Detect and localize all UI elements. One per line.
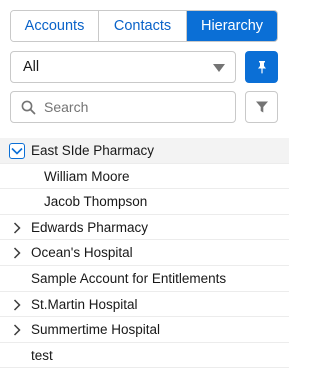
tree-row-label: William Moore [44, 168, 130, 184]
tree-row-william-moore[interactable]: William Moore [0, 164, 289, 190]
tab-contacts[interactable]: Contacts [99, 11, 187, 41]
tree-row-label: Ocean's Hospital [31, 245, 133, 261]
tree-row-label: Edwards Pharmacy [31, 219, 149, 235]
chevron-right-icon[interactable] [9, 297, 25, 313]
tree-row-label: St.Martin Hospital [31, 296, 138, 312]
tree-row-oceans-hospital[interactable]: Ocean's Hospital [0, 240, 289, 266]
tree-row-label: Sample Account for Entitlements [31, 270, 227, 286]
tree-row-east-side-pharmacy[interactable]: East SIde Pharmacy [0, 138, 289, 164]
tree-row-jacob-thompson[interactable]: Jacob Thompson [0, 189, 289, 215]
tree-row-test[interactable]: test [0, 343, 289, 369]
account-filter-select[interactable]: All [10, 51, 236, 83]
filter-icon [255, 101, 268, 113]
tree-row-label: Jacob Thompson [44, 194, 148, 210]
tab-accounts[interactable]: Accounts [11, 11, 99, 41]
tab-bar: Accounts Contacts Hierarchy [10, 10, 278, 42]
pin-icon [257, 61, 266, 74]
search-input[interactable] [44, 99, 224, 115]
tree-row-label: East SIde Pharmacy [31, 143, 155, 158]
tree-row-label: Summertime Hospital [31, 322, 161, 338]
tab-hierarchy[interactable]: Hierarchy [187, 11, 277, 41]
pin-button[interactable] [245, 51, 278, 83]
caret-down-icon [213, 64, 225, 72]
chevron-right-icon[interactable] [9, 322, 25, 338]
tree-row-edwards-pharmacy[interactable]: Edwards Pharmacy [0, 215, 289, 241]
search-box [10, 91, 236, 123]
chevron-down-icon[interactable] [9, 143, 25, 159]
tree-row-sample-account[interactable]: Sample Account for Entitlements [0, 266, 289, 292]
hierarchy-panel: Accounts Contacts Hierarchy All E [0, 0, 289, 374]
tree-row-label: test [31, 347, 53, 363]
search-icon [21, 100, 36, 114]
chevron-right-icon[interactable] [9, 220, 25, 236]
tree-row-summertime-hospital[interactable]: Summertime Hospital [0, 317, 289, 343]
filter-button[interactable] [245, 91, 278, 123]
chevron-right-icon[interactable] [9, 245, 25, 261]
hierarchy-tree: East SIde Pharmacy William Moore Jacob T… [0, 138, 289, 369]
account-filter-value: All [23, 59, 40, 75]
tree-row-st-martin-hospital[interactable]: St.Martin Hospital [0, 292, 289, 318]
